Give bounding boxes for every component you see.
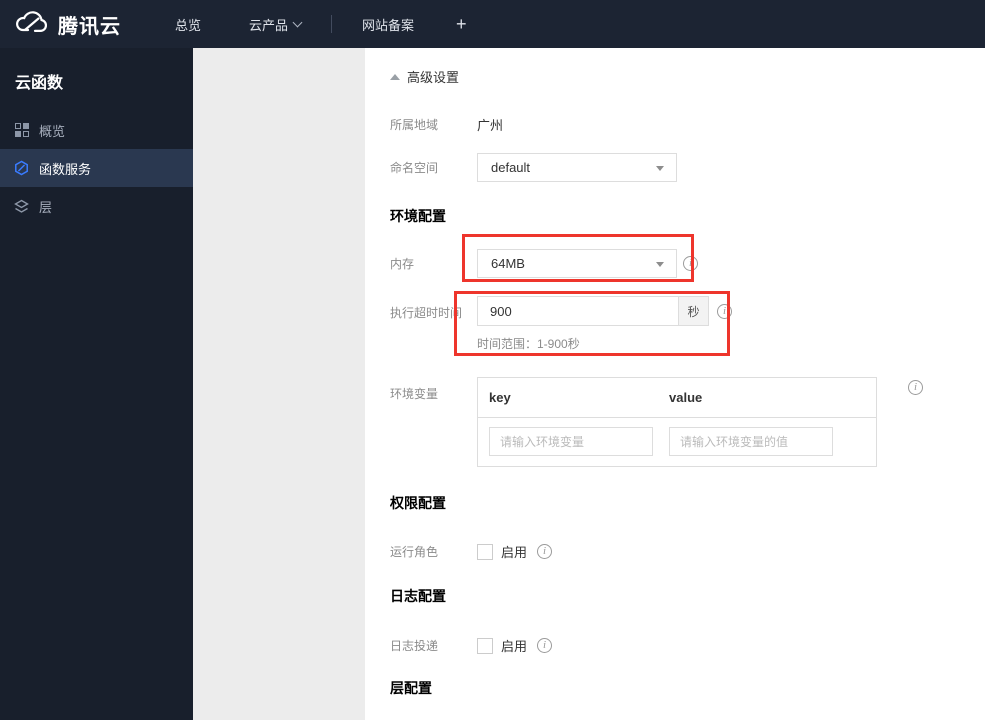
section-permission-config: 权限配置 xyxy=(390,495,446,511)
function-config-panel: 高级设置 所属地域 广州 命名空间 default 环境配置 内存 64MB i… xyxy=(365,48,985,720)
memory-selected-value: 64MB xyxy=(491,256,525,271)
timeout-range-hint: 时间范围：1-900秒 xyxy=(477,337,580,351)
sidebar-title: 云函数 xyxy=(15,75,64,92)
env-key-header: key xyxy=(489,390,511,405)
log-delivery-enable-label: 启用 xyxy=(501,639,528,654)
timeout-info-icon[interactable] xyxy=(717,304,732,319)
add-nav-shortcut-button[interactable]: + xyxy=(438,14,485,35)
region-value: 广州 xyxy=(477,118,504,133)
nav-icp-filing[interactable]: 网站备案 xyxy=(338,0,438,48)
sidebar-item-overview[interactable]: 概览 xyxy=(0,111,193,149)
log-delivery-row: 日志投递 启用 xyxy=(390,636,985,655)
section-environment-config: 环境配置 xyxy=(390,208,446,224)
topnav-divider xyxy=(331,15,333,33)
namespace-selected-value: default xyxy=(491,160,531,175)
section-log-config: 日志配置 xyxy=(390,588,446,604)
env-vars-table-header: key value xyxy=(478,378,876,418)
grid-icon xyxy=(14,123,29,138)
run-role-enable-checkbox[interactable] xyxy=(477,543,493,560)
env-value-header: value xyxy=(669,390,703,405)
advanced-settings-label: 高级设置 xyxy=(407,70,460,85)
log-delivery-info-icon[interactable] xyxy=(537,638,553,653)
timeout-row: 执行超时时间 秒 时间范围：1-900秒 xyxy=(390,291,985,356)
brand-name: 腾讯云 xyxy=(58,15,121,38)
env-vars-table-row xyxy=(478,418,876,466)
env-vars-row: 环境变量 key value xyxy=(390,377,985,467)
region-row: 所属地域 广州 xyxy=(390,115,985,134)
brand-logo[interactable]: 腾讯云 xyxy=(0,9,151,39)
env-vars-label: 环境变量 xyxy=(390,387,439,401)
memory-label: 内存 xyxy=(390,257,415,271)
memory-select[interactable]: 64MB xyxy=(477,249,677,278)
chevron-down-icon xyxy=(292,17,303,27)
run-role-enable-label: 启用 xyxy=(501,545,528,560)
nav-cloud-products-label: 云产品 xyxy=(249,17,289,33)
timeout-unit-suffix: 秒 xyxy=(678,297,708,325)
content-background: 高级设置 所属地域 广州 命名空间 default 环境配置 内存 64MB i… xyxy=(193,48,985,720)
run-role-label: 运行角色 xyxy=(390,545,439,559)
topbar: 腾讯云 总览 云产品 网站备案 + xyxy=(0,0,985,48)
dropdown-caret-icon xyxy=(656,262,664,267)
env-value-input[interactable] xyxy=(669,427,833,456)
env-vars-info-icon[interactable] xyxy=(908,380,923,395)
memory-row: 内存 64MB xyxy=(390,234,985,282)
namespace-select[interactable]: default xyxy=(477,153,677,182)
namespace-row: 命名空间 default xyxy=(390,153,985,182)
sidebar-item-label: 层 xyxy=(39,199,53,215)
section-layer-config: 层配置 xyxy=(390,680,432,696)
sidebar-item-label: 概览 xyxy=(39,123,66,139)
run-role-row: 运行角色 启用 xyxy=(390,542,985,561)
topnav: 总览 云产品 网站备案 + xyxy=(151,0,485,48)
dropdown-caret-icon xyxy=(656,166,664,171)
layers-icon xyxy=(14,199,29,214)
nav-icp-filing-label: 网站备案 xyxy=(362,17,415,33)
timeout-label: 执行超时时间 xyxy=(390,306,463,320)
timeout-input[interactable] xyxy=(478,297,678,325)
log-delivery-label: 日志投递 xyxy=(390,639,439,653)
tencent-cloud-logo-icon xyxy=(15,9,49,39)
function-hexagon-icon xyxy=(14,160,29,176)
run-role-info-icon[interactable] xyxy=(537,544,553,559)
advanced-settings-toggle[interactable]: 高级设置 xyxy=(390,67,459,86)
nav-overview[interactable]: 总览 xyxy=(151,0,225,48)
sidebar-item-layers[interactable]: 层 xyxy=(0,187,193,225)
sidebar: 云函数 概览 函数服务 层 xyxy=(0,48,193,720)
sidebar-item-function-service[interactable]: 函数服务 xyxy=(0,149,193,187)
env-key-cell xyxy=(489,427,669,456)
env-value-cell xyxy=(669,427,833,456)
timeout-control: 秒 时间范围：1-900秒 xyxy=(477,296,709,352)
env-key-input[interactable] xyxy=(489,427,653,456)
namespace-label: 命名空间 xyxy=(390,161,439,175)
memory-info-icon[interactable] xyxy=(683,256,698,271)
timeout-input-group: 秒 xyxy=(477,296,709,326)
log-delivery-enable-checkbox[interactable] xyxy=(477,637,493,654)
nav-overview-label: 总览 xyxy=(175,17,202,33)
nav-cloud-products[interactable]: 云产品 xyxy=(225,0,325,48)
collapse-triangle-icon xyxy=(390,73,400,80)
region-label: 所属地域 xyxy=(390,118,439,132)
env-vars-table: key value xyxy=(477,377,877,467)
sidebar-item-label: 函数服务 xyxy=(39,161,92,177)
